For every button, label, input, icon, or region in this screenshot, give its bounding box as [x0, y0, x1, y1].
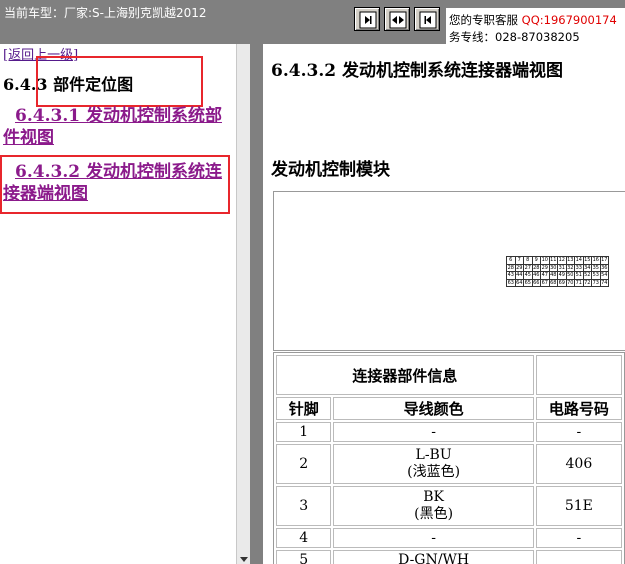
col-header-circuit: 电路号码 — [535, 397, 622, 420]
connector-pin-cell: 8 — [523, 256, 533, 265]
circuit-cell — [535, 550, 622, 564]
connector-pin-cell: 27 — [523, 263, 533, 272]
col-header-pin: 针脚 — [276, 397, 332, 420]
connector-pin-cell: 70 — [565, 278, 575, 287]
connector-pin-cell: 9 — [531, 256, 541, 265]
previous-page-icon — [419, 11, 437, 29]
table-row: 4-- — [276, 528, 622, 548]
left-pane-scrollbar[interactable] — [236, 44, 250, 564]
pin-cell: 5 — [276, 550, 332, 564]
connector-pin-cell: 7 — [514, 256, 524, 265]
connector-pin-cell: 52 — [582, 271, 592, 280]
highlight-box-title — [36, 56, 203, 107]
pin-cell: 4 — [276, 528, 332, 548]
connector-pin-cell: 53 — [591, 271, 601, 280]
connector-info-header-right — [535, 355, 622, 395]
circuit-cell: 406 — [535, 444, 622, 484]
pin-cell: 2 — [276, 444, 332, 484]
connector-pin-cell: 45 — [523, 271, 533, 280]
pin-table: 连接器部件信息 针脚 导线颜色 电路号码 1- -2 L-BU (浅蓝色) 406 3 B… — [273, 352, 625, 564]
connector-pin-cell: 50 — [565, 271, 575, 280]
toggle-panes-icon — [389, 11, 407, 29]
qq-link[interactable]: QQ:1967900174 — [522, 13, 617, 27]
connector-pin-cell: 17 — [599, 256, 609, 265]
connector-pin-cell: 33 — [574, 263, 584, 272]
connector-pin-grid: 6 7 8 9 10 11 12 13 14 15 16 17 28 29 27 28 29 30 31 32 33 34… — [506, 256, 609, 287]
connector-pin-cell: 51 — [574, 271, 584, 280]
connector-pin-cell: 35 — [591, 263, 601, 272]
customer-service-box: 您的专职客服 QQ:1967900174 务专线：028-87038205 — [446, 8, 625, 44]
connector-pin-cell: 67 — [540, 278, 550, 287]
toc-link-component-view[interactable]: 6.4.3.1 发动机控制系统部件视图 — [3, 105, 229, 149]
connector-pin-cell: 72 — [582, 278, 592, 287]
col-header-wire-color: 导线颜色 — [333, 397, 534, 420]
current-vehicle-label: 当前车型：厂家:S-上海别克凯越2012 — [4, 6, 207, 20]
connector-pin-cell: 11 — [548, 256, 558, 265]
connector-pin-cell: 14 — [574, 256, 584, 265]
table-row: 1-- — [276, 422, 622, 442]
connector-pin-cell: 46 — [531, 271, 541, 280]
first-page-button[interactable] — [354, 7, 380, 31]
top-bar: 当前车型：厂家:S-上海别克凯越2012 您的专职客服 QQ:196790017… — [0, 0, 625, 44]
table-row: 5 D-GN/WH — [276, 550, 622, 564]
circuit-cell: 51E — [535, 486, 622, 526]
connector-info-header: 连接器部件信息 — [276, 355, 534, 395]
connector-pin-cell: 64 — [514, 278, 524, 287]
circuit-cell: - — [535, 528, 622, 548]
toggle-panes-button[interactable] — [384, 7, 410, 31]
connector-pin-cell: 31 — [557, 263, 567, 272]
wire-color-cell: L-BU (浅蓝色) — [333, 444, 534, 484]
highlight-box-connector — [0, 155, 230, 214]
pane-divider[interactable] — [250, 44, 263, 564]
connector-pin-cell: 34 — [582, 263, 592, 272]
service-line: 您的专职客服 QQ:1967900174 — [449, 12, 617, 28]
connector-pin-cell: 63 — [506, 278, 516, 287]
connector-pin-cell: 74 — [599, 278, 609, 287]
connector-pin-cell: 36 — [599, 263, 609, 272]
module-heading: 发动机控制模块 — [271, 160, 390, 180]
content-pane: 6.4.3.2 发动机控制系统连接器端视图 发动机控制模块 6 7 8 9 10 11 12… — [263, 44, 625, 564]
connector-pin-cell: 54 — [599, 271, 609, 280]
pin-cell: 3 — [276, 486, 332, 526]
connector-pin-cell: 43 — [506, 271, 516, 280]
first-page-icon — [359, 11, 377, 29]
wire-color-cell: - — [333, 422, 534, 442]
connector-pin-cell: 13 — [565, 256, 575, 265]
connector-pin-cell: 12 — [557, 256, 567, 265]
connector-pin-cell: 30 — [548, 263, 558, 272]
connector-pin-cell: 6 — [506, 256, 516, 265]
table-row: 2 L-BU (浅蓝色) 406 — [276, 444, 622, 484]
connector-pin-cell: 32 — [565, 263, 575, 272]
wire-color-cell: - — [333, 528, 534, 548]
table-row: 3 BK (黑色) 51E — [276, 486, 622, 526]
connector-pin-cell: 66 — [531, 278, 541, 287]
connector-pin-cell: 10 — [540, 256, 550, 265]
page-title: 6.4.3.2 发动机控制系统连接器端视图 — [271, 61, 563, 81]
connector-pin-cell: 16 — [591, 256, 601, 265]
connector-pin-cell: 49 — [557, 271, 567, 280]
connector-pin-cell: 69 — [557, 278, 567, 287]
wire-color-cell: D-GN/WH — [333, 550, 534, 564]
connector-pin-cell: 73 — [591, 278, 601, 287]
left-nav-pane: [返回上一级] 6.4.3 部件定位图 6.4.3.1 发动机控制系统部件视图 … — [0, 44, 250, 564]
connector-pin-cell: 15 — [582, 256, 592, 265]
connector-pin-cell: 28 — [531, 263, 541, 272]
previous-page-button[interactable] — [414, 7, 440, 31]
connector-pin-cell: 65 — [523, 278, 533, 287]
circuit-cell: - — [535, 422, 622, 442]
connector-pin-cell: 29 — [540, 263, 550, 272]
scroll-down-arrow-icon[interactable] — [240, 557, 248, 562]
connector-pin-cell: 71 — [574, 278, 584, 287]
service-prefix: 您的专职客服 — [449, 13, 518, 27]
pin-cell: 1 — [276, 422, 332, 442]
connector-pin-cell: 48 — [548, 271, 558, 280]
connector-pin-cell: 47 — [540, 271, 550, 280]
connector-pin-cell: 44 — [514, 271, 524, 280]
connector-pin-cell: 68 — [548, 278, 558, 287]
wire-color-cell: BK (黑色) — [333, 486, 534, 526]
service-hotline: 务专线：028-87038205 — [449, 30, 580, 44]
connector-pin-cell: 28 — [506, 263, 516, 272]
connector-diagram: 6 7 8 9 10 11 12 13 14 15 16 17 28 29 27 28 29 30 31 32 33 34… — [273, 191, 625, 351]
connector-pin-cell: 29 — [514, 263, 524, 272]
